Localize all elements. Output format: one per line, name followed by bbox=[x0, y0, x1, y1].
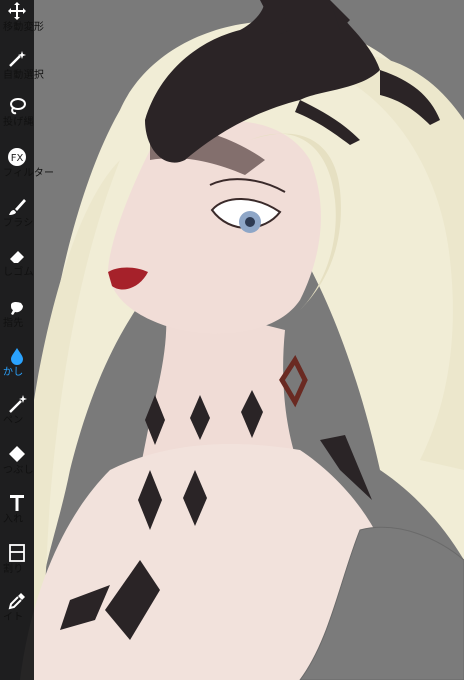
tool-sparkle-pen[interactable]: ペン bbox=[0, 393, 62, 433]
fill-bucket-icon bbox=[0, 443, 34, 465]
tool-label: 指先 bbox=[3, 318, 24, 329]
frame-divider-icon bbox=[0, 542, 34, 564]
move-arrows-icon bbox=[0, 0, 34, 22]
tool-filter[interactable]: FX フィルター bbox=[0, 146, 62, 186]
tool-eraser[interactable]: しゴム bbox=[0, 245, 62, 285]
tool-label: つぶし bbox=[3, 465, 34, 476]
tool-text[interactable]: 入れ bbox=[0, 492, 62, 532]
svg-text:FX: FX bbox=[11, 153, 24, 164]
tool-label: かし bbox=[3, 367, 24, 378]
sparkle-pen-icon bbox=[0, 393, 34, 415]
eraser-icon bbox=[0, 245, 34, 267]
drawing-canvas[interactable] bbox=[0, 0, 464, 680]
tool-frame[interactable]: 割り bbox=[0, 542, 62, 582]
tool-label: ブラシ bbox=[3, 218, 34, 229]
tool-fill[interactable]: つぶし bbox=[0, 443, 62, 483]
tool-eyedropper[interactable]: イト bbox=[0, 590, 62, 630]
tool-label: 自動選択 bbox=[3, 70, 45, 81]
drop-icon bbox=[0, 345, 34, 367]
tool-label: 移動変形 bbox=[3, 22, 45, 33]
tool-label: フィルター bbox=[3, 168, 55, 179]
magic-wand-icon bbox=[0, 48, 34, 70]
tool-smudge[interactable]: 指先 bbox=[0, 296, 62, 336]
text-icon bbox=[0, 492, 34, 514]
tool-blur[interactable]: かし bbox=[0, 345, 62, 385]
tool-move[interactable]: 移動変形 bbox=[0, 0, 62, 40]
finger-icon bbox=[0, 296, 34, 318]
tool-label: ペン bbox=[3, 415, 24, 426]
lasso-icon bbox=[0, 95, 34, 117]
tool-label: 割り bbox=[3, 564, 24, 575]
tool-label: 入れ bbox=[3, 514, 24, 525]
tool-lasso[interactable]: 投げ縄 bbox=[0, 95, 62, 135]
tool-auto-select[interactable]: 自動選択 bbox=[0, 48, 62, 88]
tool-label: しゴム bbox=[3, 267, 34, 278]
tool-brush[interactable]: ブラシ bbox=[0, 196, 62, 236]
brush-icon bbox=[0, 196, 34, 218]
tool-label: 投げ縄 bbox=[3, 117, 34, 128]
tool-palette: 移動変形自動選択投げ縄 FX フィルターブラシしゴム指先かしペンつぶし入れ割りイト bbox=[0, 0, 54, 680]
fx-icon: FX bbox=[0, 146, 34, 168]
tool-label: イト bbox=[3, 612, 24, 623]
eyedropper-icon bbox=[0, 590, 34, 612]
